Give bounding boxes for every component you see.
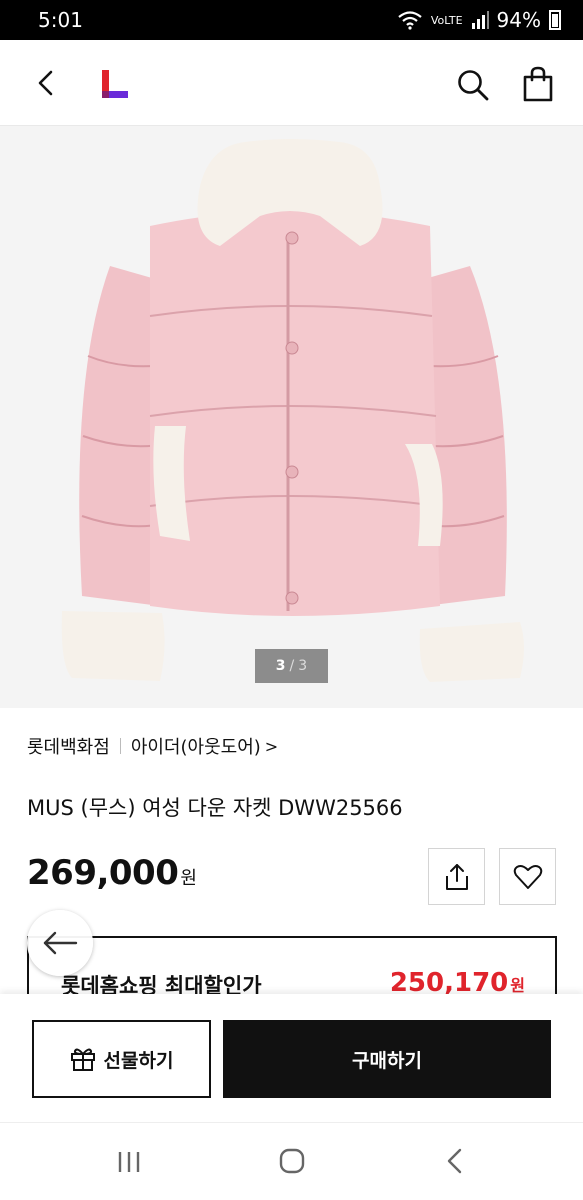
product-image [0,126,583,708]
system-nav-bar [0,1122,583,1200]
battery-icon [549,10,561,30]
status-bar: 5:01 VoLTE 94% [0,0,583,40]
search-icon[interactable] [456,68,490,102]
volte-label: VoLTE [430,13,463,27]
top-nav [0,40,583,126]
price-row: 269,000 원 [27,853,197,893]
category-link[interactable]: 아이더(아웃도어) [131,733,261,759]
total-pages: 3 [298,658,308,674]
product-gallery[interactable]: 3 / 3 [0,126,583,708]
gift-icon [70,1048,95,1071]
chevron-right-icon: > [264,736,279,756]
page-separator: / [289,658,295,674]
gift-button[interactable]: 선물하기 [32,1020,211,1098]
breadcrumb-divider [119,738,121,754]
system-back-icon[interactable] [444,1147,466,1175]
discount-currency: 원 [510,976,525,995]
image-page-indicator: 3 / 3 [255,649,328,683]
home-icon[interactable] [278,1147,306,1175]
battery-percent: 94% [496,8,541,32]
signal-icon [471,11,489,29]
shopping-bag-icon[interactable] [522,66,554,102]
heart-icon [513,864,542,889]
store-link[interactable]: 롯데백화점 [27,733,110,759]
floating-back-button[interactable] [27,910,93,976]
recent-apps-icon[interactable] [116,1149,142,1175]
share-icon [445,863,468,890]
arrow-left-icon [43,931,78,955]
status-time: 5:01 [38,8,83,32]
buy-button-label: 구매하기 [352,1049,422,1072]
share-button[interactable] [428,848,485,905]
back-arrow-icon[interactable] [30,66,64,100]
product-title: MUS (무스) 여성 다운 자켓 DWW25566 [27,796,403,820]
currency-label: 원 [180,868,197,889]
status-icons: VoLTE 94% [397,8,561,32]
current-page: 3 [275,658,286,674]
wishlist-button[interactable] [499,848,556,905]
buy-button[interactable]: 구매하기 [223,1020,551,1098]
bottom-action-bar: 선물하기 구매하기 [0,994,583,1122]
product-price: 269,000 [27,853,179,893]
breadcrumb: 롯데백화점 아이더(아웃도어) > [27,733,278,759]
gift-button-label: 선물하기 [103,1049,174,1072]
wifi-icon [398,11,422,30]
lotte-logo[interactable] [100,68,130,100]
